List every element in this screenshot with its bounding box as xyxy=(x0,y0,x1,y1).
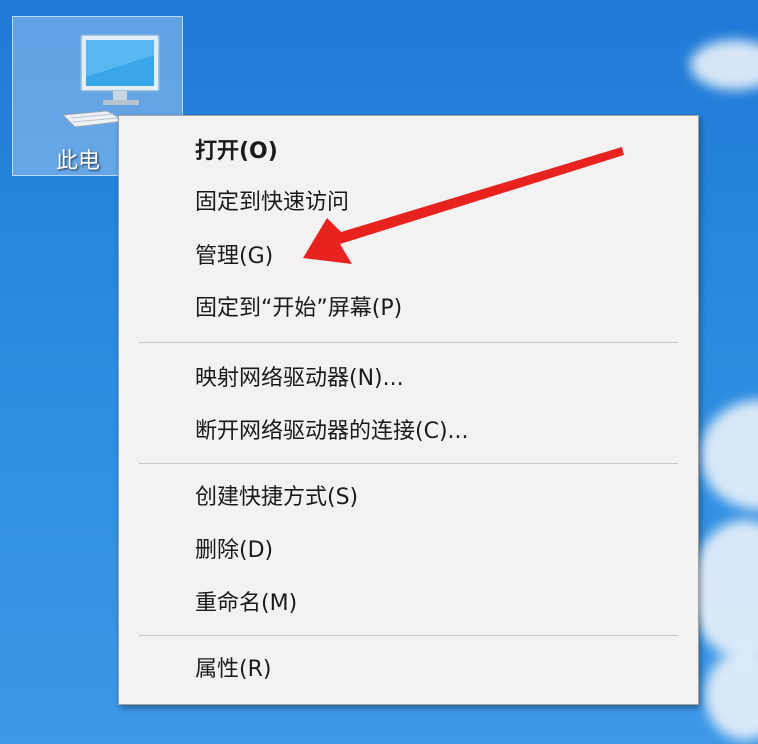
menu-separator xyxy=(139,342,678,343)
monitor-icon xyxy=(63,34,160,127)
menu-item-create-shortcut[interactable]: 创建快捷方式(S) xyxy=(195,478,358,518)
menu-item-disconnect-network-drive[interactable]: 断开网络驱动器的连接(C)... xyxy=(195,412,469,452)
menu-separator xyxy=(139,635,678,636)
cloud xyxy=(690,520,758,660)
menu-item-rename[interactable]: 重命名(M) xyxy=(195,584,297,624)
desktop-background: 此电 打开(O) 固定到快速访问 管理(G) 固定到“开始”屏幕(P) 映射网络… xyxy=(0,0,758,744)
menu-item-properties[interactable]: 属性(R) xyxy=(195,650,271,690)
menu-item-pin-quick-access[interactable]: 固定到快速访问 xyxy=(195,183,349,223)
menu-item-open[interactable]: 打开(O) xyxy=(195,132,278,172)
menu-item-pin-start[interactable]: 固定到“开始”屏幕(P) xyxy=(195,289,402,329)
cloud xyxy=(705,650,758,740)
menu-item-manage[interactable]: 管理(G) xyxy=(195,237,273,277)
cloud xyxy=(700,400,758,510)
menu-item-delete[interactable]: 删除(D) xyxy=(195,531,273,571)
context-menu: 打开(O) 固定到快速访问 管理(G) 固定到“开始”屏幕(P) 映射网络驱动器… xyxy=(118,115,699,705)
menu-separator xyxy=(139,463,678,464)
cloud xyxy=(690,40,758,90)
menu-item-map-network-drive[interactable]: 映射网络驱动器(N)... xyxy=(195,359,404,399)
